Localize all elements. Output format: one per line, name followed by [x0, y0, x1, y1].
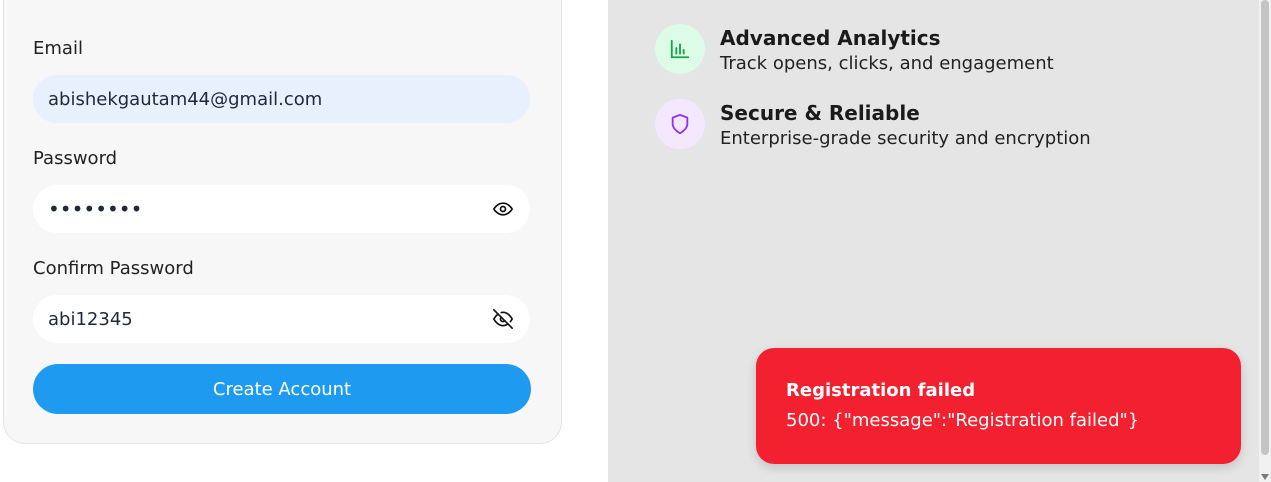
feature-description: Enterprise-grade security and encryption: [720, 128, 1091, 149]
show-password-eye-icon[interactable]: [491, 197, 515, 221]
create-account-button[interactable]: Create Account: [33, 364, 531, 414]
error-toast[interactable]: Registration failed 500: {"message":"Reg…: [756, 348, 1241, 464]
password-field[interactable]: ••••••••: [33, 185, 530, 233]
confirm-password-label: Confirm Password: [33, 258, 194, 279]
scrollbar-thumb[interactable]: [1261, 0, 1269, 455]
feature-advanced-analytics: Advanced Analytics Track opens, clicks, …: [655, 24, 1054, 77]
toast-title: Registration failed: [786, 380, 976, 401]
feature-title: Secure & Reliable: [720, 101, 920, 125]
password-value: ••••••••: [48, 197, 143, 221]
feature-secure-reliable: Secure & Reliable Enterprise-grade secur…: [655, 99, 1091, 152]
toast-message: 500: {"message":"Registration failed"}: [786, 410, 1140, 431]
confirm-password-field[interactable]: abi12345: [33, 295, 530, 343]
email-field[interactable]: abishekgautam44@gmail.com: [33, 75, 530, 123]
password-label: Password: [33, 148, 118, 169]
shield-icon: [655, 99, 705, 149]
email-value: abishekgautam44@gmail.com: [48, 88, 323, 110]
email-label: Email: [33, 38, 83, 59]
feature-description: Track opens, clicks, and engagement: [720, 53, 1054, 74]
scroll-down-arrow-icon[interactable]: [1261, 474, 1269, 480]
hide-password-eye-off-icon[interactable]: [491, 307, 515, 331]
bar-chart-icon: [655, 24, 705, 74]
confirm-password-value: abi12345: [48, 308, 133, 330]
feature-title: Advanced Analytics: [720, 26, 941, 50]
page-scrollbar[interactable]: [1259, 0, 1271, 482]
